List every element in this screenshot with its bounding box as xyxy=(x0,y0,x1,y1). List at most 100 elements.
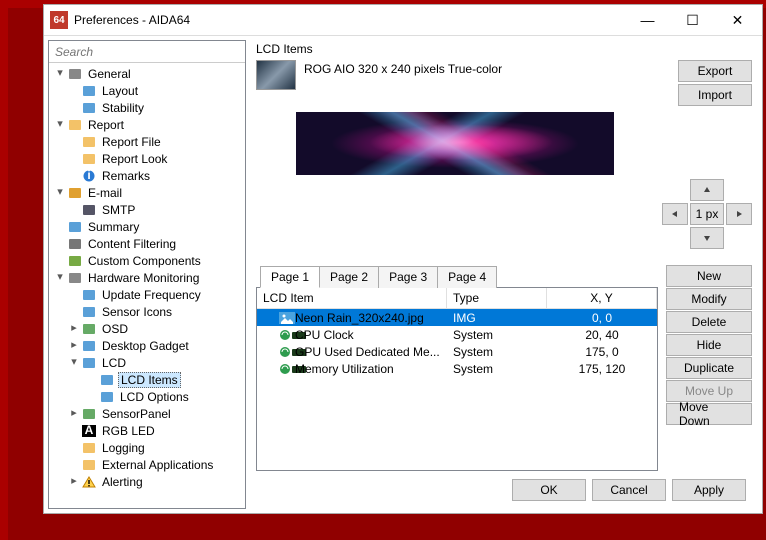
tree-item-osd[interactable]: ▸OSD xyxy=(49,320,245,337)
close-button[interactable]: ✕ xyxy=(715,6,760,34)
item-name: Memory Utilization xyxy=(295,362,394,376)
minimize-button[interactable]: — xyxy=(625,6,670,34)
col-type[interactable]: Type xyxy=(447,288,547,308)
tree-item-logging[interactable]: Logging xyxy=(49,439,245,456)
hw-icon xyxy=(67,271,83,285)
tree-twist-icon[interactable]: ▾ xyxy=(53,272,67,283)
tree-item-stability[interactable]: Stability xyxy=(49,99,245,116)
smtp-icon xyxy=(81,203,97,217)
move-up-button[interactable]: Move Up xyxy=(666,380,752,402)
layout-icon xyxy=(81,84,97,98)
sys-icon xyxy=(279,329,293,341)
lcd-description: ROG AIO 320 x 240 pixels True-color xyxy=(304,60,670,76)
tree-item-general[interactable]: ▾General xyxy=(49,65,245,82)
tree-label: Remarks xyxy=(100,169,152,183)
tree-label: E-mail xyxy=(86,186,124,200)
tree-item-sensor-icons[interactable]: Sensor Icons xyxy=(49,303,245,320)
tree-item-report-file[interactable]: Report File xyxy=(49,133,245,150)
tree-item-remarks[interactable]: iRemarks xyxy=(49,167,245,184)
tree-item-lcd-options[interactable]: LCD Options xyxy=(49,388,245,405)
tree-item-lcd[interactable]: ▾ LCD xyxy=(49,354,245,371)
tree-twist-icon[interactable]: ▾ xyxy=(67,357,81,368)
lcd-preview[interactable] xyxy=(296,112,614,175)
nudge-right-button[interactable] xyxy=(726,203,752,225)
tree-label: Alerting xyxy=(100,475,145,489)
nudge-step-button[interactable]: 1 px xyxy=(690,203,724,225)
custom-icon xyxy=(67,254,83,268)
tree-item-desktop-gadget[interactable]: ▸Desktop Gadget xyxy=(49,337,245,354)
page-icon xyxy=(81,135,97,149)
ok-button[interactable]: OK xyxy=(512,479,586,501)
spanel-icon xyxy=(81,407,97,421)
tree-twist-icon[interactable]: ▸ xyxy=(67,476,81,487)
table-row[interactable]: CPU ClockSystem20, 40 xyxy=(257,326,657,343)
tree-item-custom-components[interactable]: Custom Components xyxy=(49,252,245,269)
tab-page-1[interactable]: Page 1 xyxy=(260,266,320,288)
rgb-icon: A xyxy=(81,424,97,438)
tree-item-external-applications[interactable]: External Applications xyxy=(49,456,245,473)
hide-button[interactable]: Hide xyxy=(666,334,752,356)
item-xy: 175, 120 xyxy=(547,362,657,376)
tree-twist-icon[interactable]: ▾ xyxy=(53,119,67,130)
lcd-items-table[interactable]: LCD Item Type X, Y Neon Rain_320x240.jpg… xyxy=(256,287,658,471)
tree-label: Report File xyxy=(100,135,163,149)
tree-item-report-look[interactable]: Report Look xyxy=(49,150,245,167)
tree-twist-icon[interactable]: ▸ xyxy=(67,340,81,351)
tree-item-summary[interactable]: Summary xyxy=(49,218,245,235)
nudge-up-button[interactable] xyxy=(690,179,724,201)
tree-item-alerting[interactable]: ▸ Alerting xyxy=(49,473,245,490)
export-button[interactable]: Export xyxy=(678,60,752,82)
search-input[interactable] xyxy=(49,41,245,63)
img-icon xyxy=(279,312,293,324)
duplicate-button[interactable]: Duplicate xyxy=(666,357,752,379)
tree-label: External Applications xyxy=(100,458,215,472)
table-row[interactable]: GPU Used Dedicated Me...System175, 0 xyxy=(257,343,657,360)
table-row[interactable]: Neon Rain_320x240.jpgIMG0, 0 xyxy=(257,309,657,326)
gear-icon xyxy=(67,67,83,81)
tree-label: LCD Options xyxy=(118,390,191,404)
tree-item-report[interactable]: ▾Report xyxy=(49,116,245,133)
folder-icon xyxy=(67,118,83,132)
titlebar[interactable]: 64 Preferences - AIDA64 — ☐ ✕ xyxy=(44,5,762,35)
modify-button[interactable]: Modify xyxy=(666,288,752,310)
col-item[interactable]: LCD Item xyxy=(257,288,447,308)
lcd-icon xyxy=(81,356,97,370)
tree-item-content-filtering[interactable]: Content Filtering xyxy=(49,235,245,252)
tree-item-update-frequency[interactable]: Update Frequency xyxy=(49,286,245,303)
app-icon: 64 xyxy=(50,11,68,29)
nudge-down-button[interactable] xyxy=(690,227,724,249)
tree-item-smtp[interactable]: SMTP xyxy=(49,201,245,218)
delete-button[interactable]: Delete xyxy=(666,311,752,333)
tree-item-rgb-led[interactable]: ARGB LED xyxy=(49,422,245,439)
nudge-left-button[interactable] xyxy=(662,203,688,225)
tab-page-2[interactable]: Page 2 xyxy=(319,266,379,288)
col-xy[interactable]: X, Y xyxy=(547,288,657,308)
nav-tree[interactable]: ▾General LayoutStability▾Report Report Fil… xyxy=(49,63,245,508)
tree-twist-icon[interactable]: ▾ xyxy=(53,68,67,79)
move-down-button[interactable]: Move Down xyxy=(666,403,752,425)
tree-twist-icon[interactable]: ▾ xyxy=(53,187,67,198)
tree-item-e-mail[interactable]: ▾ E-mail xyxy=(49,184,245,201)
window-title: Preferences - AIDA64 xyxy=(74,13,625,27)
tree-twist-icon[interactable]: ▸ xyxy=(67,323,81,334)
tab-page-4[interactable]: Page 4 xyxy=(437,266,497,288)
tree-item-lcd-items[interactable]: LCD Items xyxy=(49,371,245,388)
tree-label: SMTP xyxy=(100,203,137,217)
cancel-button[interactable]: Cancel xyxy=(592,479,666,501)
tree-item-layout[interactable]: Layout xyxy=(49,82,245,99)
preferences-window: 64 Preferences - AIDA64 — ☐ ✕ ▾General La… xyxy=(43,4,763,514)
tree-label: LCD xyxy=(100,356,128,370)
table-row[interactable]: Memory Utilization System175, 120 xyxy=(257,360,657,377)
tree-item-hardware-monitoring[interactable]: ▾Hardware Monitoring xyxy=(49,269,245,286)
new-button[interactable]: New xyxy=(666,265,752,287)
tree-twist-icon[interactable]: ▸ xyxy=(67,408,81,419)
item-xy: 175, 0 xyxy=(547,345,657,359)
maximize-button[interactable]: ☐ xyxy=(670,6,715,34)
item-type: System xyxy=(447,362,547,376)
import-button[interactable]: Import xyxy=(678,84,752,106)
tree-label: Logging xyxy=(100,441,147,455)
tree-item-sensorpanel[interactable]: ▸SensorPanel xyxy=(49,405,245,422)
apply-button[interactable]: Apply xyxy=(672,479,746,501)
tree-label: Layout xyxy=(100,84,140,98)
tab-page-3[interactable]: Page 3 xyxy=(378,266,438,288)
